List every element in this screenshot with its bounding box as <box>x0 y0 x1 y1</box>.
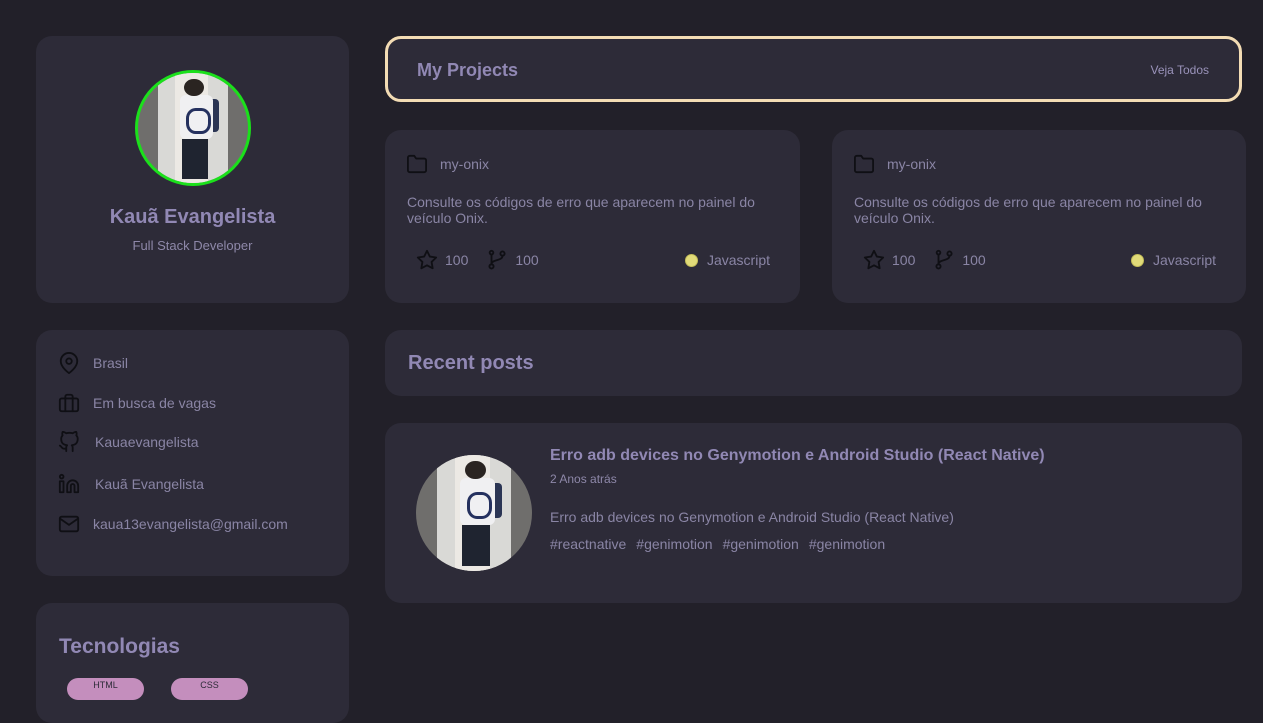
info-linkedin[interactable]: Kauã Evangelista <box>58 473 204 495</box>
linkedin-link[interactable]: Kauã Evangelista <box>95 476 204 492</box>
language-label: Javascript <box>1152 252 1216 268</box>
info-email[interactable]: kaua13evangelista@gmail.com <box>58 513 288 535</box>
info-card: Brasil Em busca de vagas Kauaevangelista… <box>36 330 349 576</box>
profile-role: Full Stack Developer <box>132 238 253 253</box>
project-stats: 100 100 <box>416 249 539 271</box>
tech-card: Tecnologias HTML CSS <box>36 603 349 723</box>
project-language: Javascript <box>684 252 770 268</box>
language-label: Javascript <box>706 252 770 268</box>
recent-posts-title: Recent posts <box>408 352 534 374</box>
project-description: Consulte os códigos de erro que aparecem… <box>854 194 1202 226</box>
email-link[interactable]: kaua13evangelista@gmail.com <box>93 516 288 532</box>
map-pin-icon <box>59 352 79 374</box>
post-tags: #reactnative #genimotion #genimotion #ge… <box>550 536 895 552</box>
briefcase-icon <box>58 393 80 413</box>
project-header: my-onix <box>406 154 489 174</box>
folder-icon <box>854 154 874 174</box>
linkedin-icon <box>58 473 80 494</box>
star-count: 100 <box>892 252 916 268</box>
post-tag[interactable]: #reactnative <box>550 536 626 552</box>
git-fork-icon <box>488 249 506 270</box>
language-dot <box>1130 253 1144 267</box>
github-icon <box>58 431 79 453</box>
project-language: Javascript <box>1130 252 1216 268</box>
see-all-link[interactable]: Veja Todos <box>1151 63 1210 77</box>
project-stats: 100 100 <box>863 249 986 271</box>
projects-header: My Projects Veja Todos <box>385 36 1242 102</box>
post-time: 2 Anos atrás <box>550 472 617 486</box>
profile-photo <box>138 73 248 183</box>
location-text: Brasil <box>93 355 129 371</box>
post-tag[interactable]: #genimotion <box>636 536 712 552</box>
github-link[interactable]: Kauaevangelista <box>95 434 199 450</box>
post-avatar <box>416 455 532 571</box>
post-tag[interactable]: #genimotion <box>809 536 885 552</box>
avatar <box>135 70 251 186</box>
project-name[interactable]: my-onix <box>440 156 489 172</box>
post-body: Erro adb devices no Genymotion e Android… <box>550 509 954 525</box>
projects-title: My Projects <box>417 60 519 80</box>
mail-icon <box>58 515 80 533</box>
recent-posts-header: Recent posts <box>385 330 1242 396</box>
project-description: Consulte os códigos de erro que aparecem… <box>407 194 755 226</box>
folder-icon <box>406 154 427 174</box>
tech-tag: HTML <box>67 678 144 700</box>
info-job: Em busca de vagas <box>58 392 216 414</box>
fork-count: 100 <box>962 252 986 268</box>
profile-name: Kauã Evangelista <box>109 206 276 228</box>
project-header: my-onix <box>853 154 936 174</box>
post-card[interactable]: Erro adb devices no Genymotion e Android… <box>385 423 1242 603</box>
tech-title: Tecnologias <box>59 635 180 658</box>
language-dot <box>684 253 698 267</box>
post-tag[interactable]: #genimotion <box>723 536 799 552</box>
post-photo <box>416 455 532 571</box>
tech-tag: CSS <box>171 678 248 700</box>
git-fork-icon <box>935 249 953 270</box>
project-card[interactable]: my-onix Consulte os códigos de erro que … <box>385 130 800 303</box>
profile-card: Kauã Evangelista Full Stack Developer <box>36 36 349 303</box>
star-count: 100 <box>445 252 469 268</box>
project-name[interactable]: my-onix <box>887 156 936 172</box>
info-location: Brasil <box>58 352 128 374</box>
job-status-text: Em busca de vagas <box>93 395 216 411</box>
star-icon <box>863 249 885 270</box>
star-icon <box>416 249 438 270</box>
project-card[interactable]: my-onix Consulte os códigos de erro que … <box>832 130 1246 303</box>
post-title[interactable]: Erro adb devices no Genymotion e Android… <box>550 447 1045 465</box>
fork-count: 100 <box>515 252 539 268</box>
info-github[interactable]: Kauaevangelista <box>58 431 199 453</box>
